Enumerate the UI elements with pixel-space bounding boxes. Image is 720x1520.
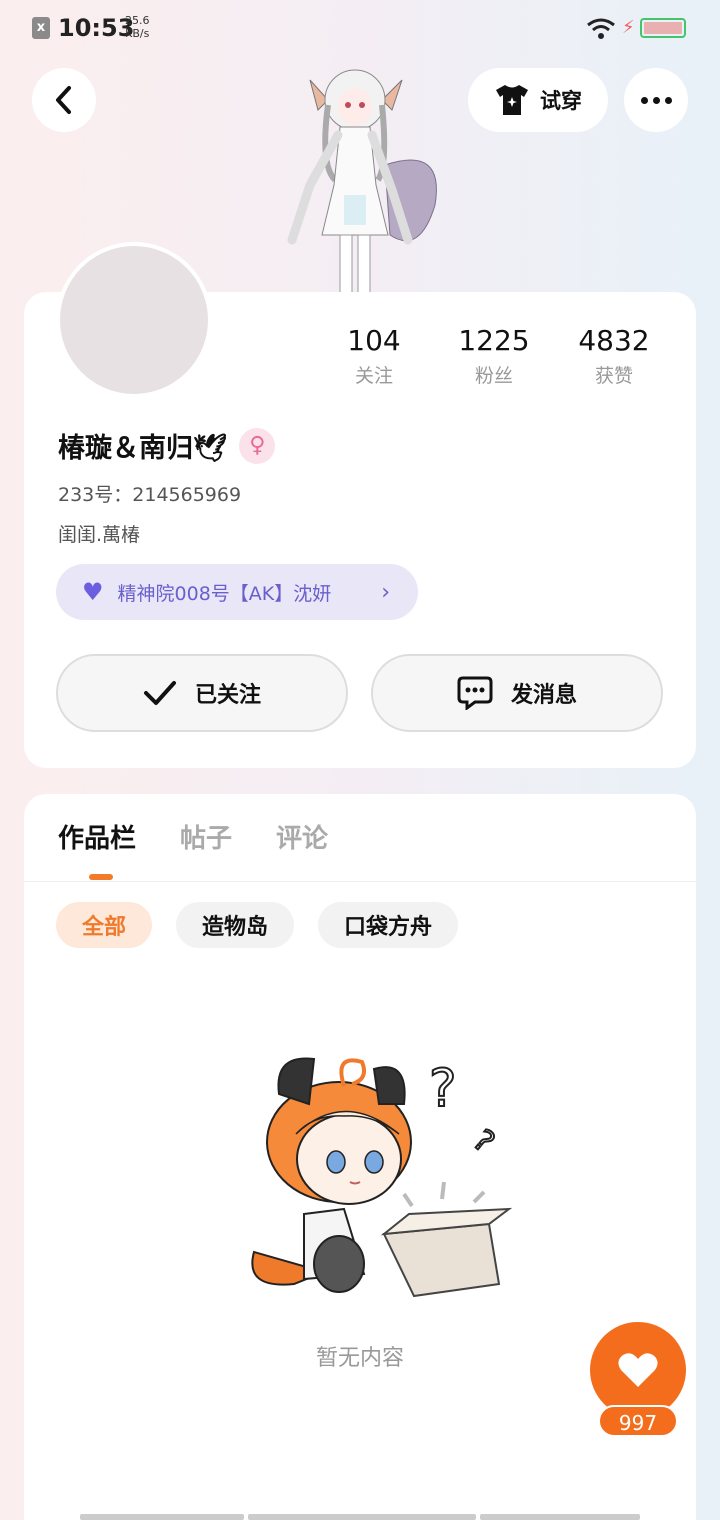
try-on-button[interactable]: 试穿 bbox=[468, 68, 608, 132]
content-card: 作品栏 帖子 评论 全部 造物岛 口袋方舟 ? ? 暂无内容 bbox=[24, 794, 696, 1520]
followed-button[interactable]: 已关注 bbox=[56, 654, 348, 732]
bio: 闺闺.萬椿 bbox=[58, 524, 141, 546]
tab-posts[interactable]: 帖子 bbox=[180, 818, 232, 855]
bottom-indicator bbox=[80, 1514, 640, 1520]
svg-text:?: ? bbox=[466, 1123, 501, 1160]
like-count: 997 bbox=[598, 1405, 678, 1437]
filter-creation-island[interactable]: 造物岛 bbox=[176, 902, 295, 948]
back-button[interactable] bbox=[32, 68, 96, 132]
stat-likes[interactable]: 4832 获赞 bbox=[554, 324, 674, 388]
avatar-3d-character bbox=[287, 69, 437, 295]
user-id: 233号：214565969 bbox=[58, 484, 242, 506]
tab-works[interactable]: 作品栏 bbox=[58, 818, 136, 855]
svg-text:?: ? bbox=[429, 1059, 457, 1119]
heart-icon: ♥ bbox=[82, 578, 104, 606]
empty-state-illustration: ? ? bbox=[251, 1057, 513, 1298]
tshirt-icon bbox=[496, 85, 528, 115]
more-options-button[interactable] bbox=[624, 68, 688, 132]
avatar[interactable] bbox=[56, 242, 212, 398]
stat-fans[interactable]: 1225 粉丝 bbox=[434, 324, 554, 388]
chat-bubble-icon bbox=[457, 676, 493, 710]
send-message-button[interactable]: 发消息 bbox=[371, 654, 663, 732]
guild-badge-button[interactable]: ♥ 精神院008号【AK】沈妍 › bbox=[56, 564, 418, 620]
heart-icon bbox=[618, 1353, 658, 1387]
guild-name: 精神院008号【AK】沈妍 bbox=[117, 582, 332, 605]
charging-icon: ⚡ bbox=[622, 17, 635, 38]
clock: 10:53 bbox=[58, 14, 135, 42]
chevron-left-icon bbox=[56, 86, 71, 114]
username-row: 椿璇＆南归🕊 ♀ bbox=[58, 426, 276, 465]
try-on-label: 试穿 bbox=[540, 89, 582, 113]
tab-comments[interactable]: 评论 bbox=[276, 818, 328, 855]
chevron-right-icon: › bbox=[381, 579, 390, 605]
filter-chips: 全部 造物岛 口袋方舟 bbox=[56, 902, 459, 948]
tab-bar: 作品栏 帖子 评论 bbox=[58, 818, 328, 855]
notification-icon: x bbox=[32, 17, 50, 39]
filter-all[interactable]: 全部 bbox=[56, 902, 153, 948]
like-button[interactable] bbox=[590, 1322, 686, 1418]
more-dots-icon bbox=[640, 96, 648, 104]
tab-divider bbox=[24, 881, 696, 882]
check-icon bbox=[143, 681, 176, 705]
filter-pocket-ark[interactable]: 口袋方舟 bbox=[318, 902, 459, 948]
female-icon: ♀ bbox=[239, 427, 276, 464]
battery-icon bbox=[640, 18, 686, 38]
status-bar: x 10:53 25.6 KB/s ⚡ bbox=[0, 0, 720, 56]
profile-stats: 104 关注 1225 粉丝 4832 获赞 bbox=[314, 324, 674, 388]
stat-following[interactable]: 104 关注 bbox=[314, 324, 434, 388]
tab-indicator bbox=[89, 874, 113, 880]
network-speed: 25.6 KB/s bbox=[125, 14, 150, 40]
wifi-icon bbox=[587, 18, 615, 39]
username: 椿璇＆南归🕊 bbox=[58, 433, 228, 464]
